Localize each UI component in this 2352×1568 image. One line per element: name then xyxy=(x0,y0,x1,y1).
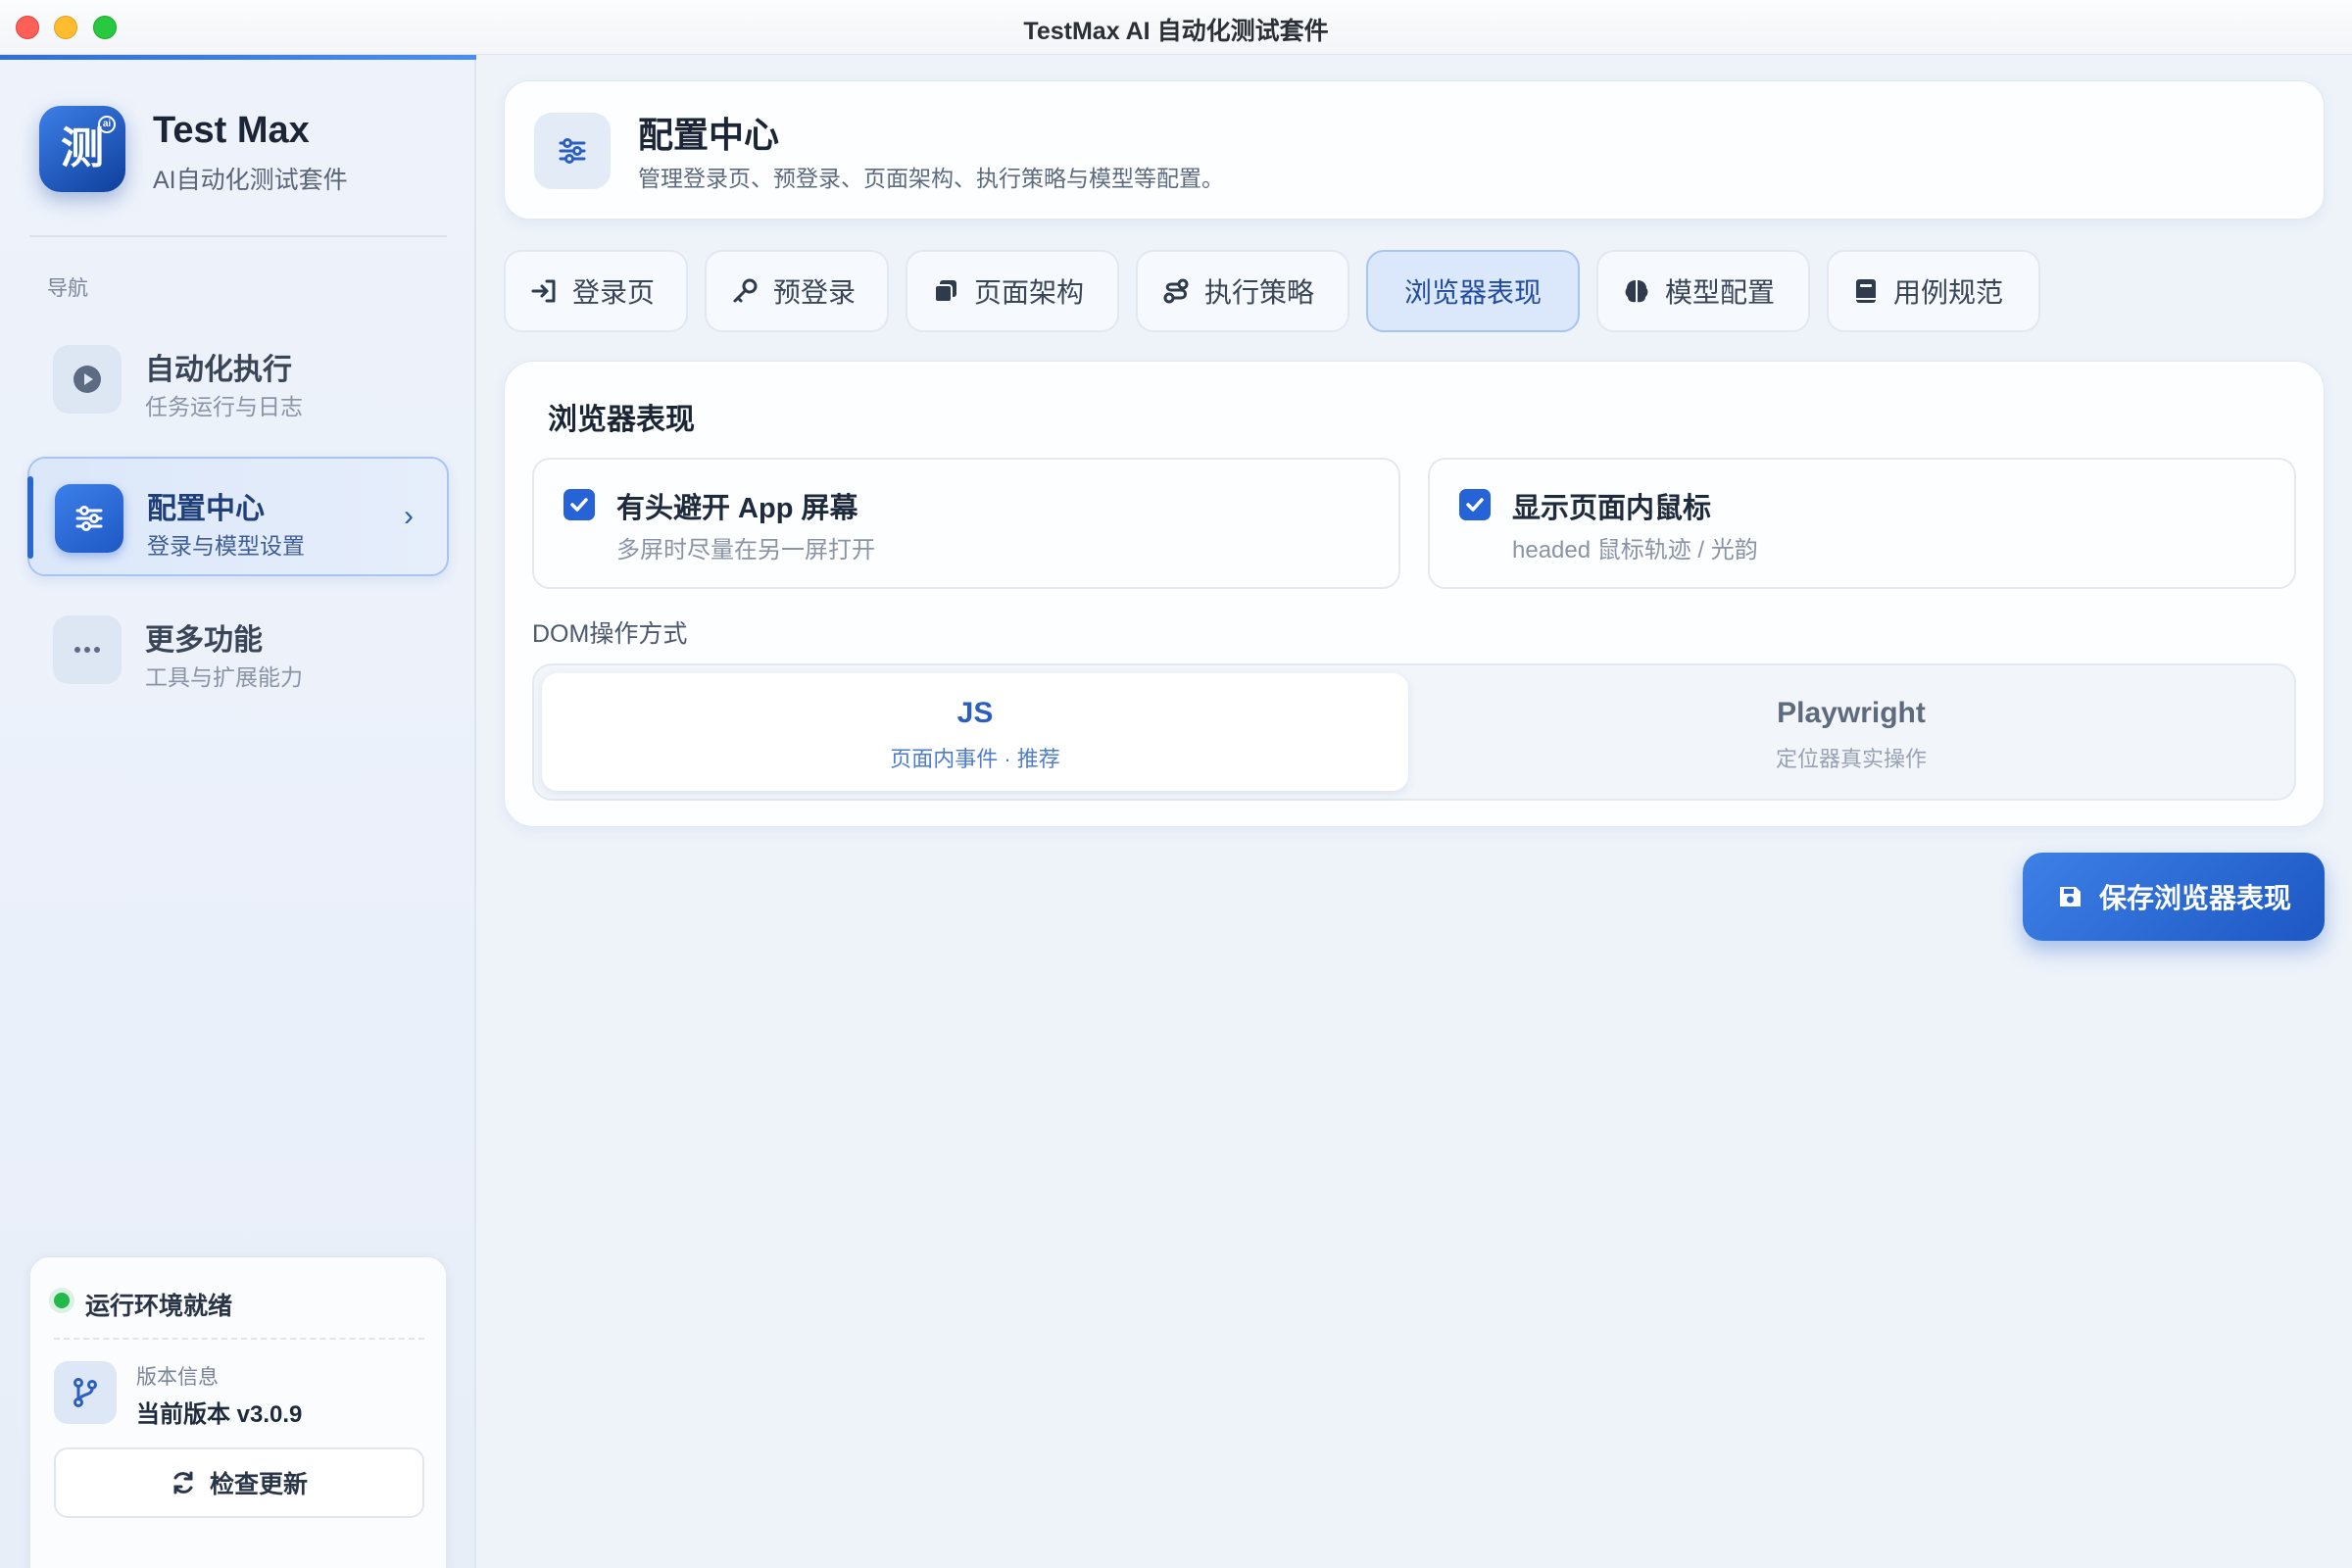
sidebar-item-title: 配置中心 xyxy=(147,493,265,525)
dom-mode-title: JS xyxy=(956,697,994,729)
brand: 测 ai Test Max AI自动化测试套件 xyxy=(39,106,451,204)
sidebar-item-subtitle: 登录与模型设置 xyxy=(147,533,305,559)
option-headed-avoid-app-screen[interactable]: 有头避开 App 屏幕 多屏时尽量在另一屏打开 xyxy=(532,458,1400,589)
tab-page-architecture[interactable]: 页面架构 xyxy=(906,250,1119,332)
key-icon xyxy=(733,278,758,303)
app-logo-char: 测 xyxy=(61,124,104,172)
app-logo-badge: ai xyxy=(98,116,116,133)
route-icon xyxy=(1163,278,1189,304)
sliders-icon xyxy=(534,113,611,189)
refresh-icon xyxy=(173,1471,193,1494)
page-subtitle: 管理登录页、预登录、页面架构、执行策略与模型等配置。 xyxy=(638,166,1224,191)
brain-icon xyxy=(1625,280,1648,303)
tab-test-case-spec[interactable]: 用例规范 xyxy=(1827,250,2040,332)
browser-behavior-panel: 浏览器表现 有头避开 App 屏幕 多屏时尽量在另一屏打开 显示页面内鼠标 he… xyxy=(504,361,2325,827)
section-title: 浏览器表现 xyxy=(548,404,695,436)
option-subtitle: headed 鼠标轨迹 / 光韵 xyxy=(1512,537,1758,564)
dom-mode-label: DOM操作方式 xyxy=(532,620,688,648)
tab-label: 预登录 xyxy=(773,277,857,308)
option-title: 显示页面内鼠标 xyxy=(1512,493,1712,524)
sidebar-item-title: 更多功能 xyxy=(145,624,263,657)
tab-label: 页面架构 xyxy=(974,277,1085,308)
chevron-right-icon: › xyxy=(404,500,414,532)
env-divider xyxy=(54,1338,424,1340)
tab-label: 执行策略 xyxy=(1204,277,1315,308)
tab-pre-login[interactable]: 预登录 xyxy=(705,250,889,332)
sidebar-item-subtitle: 任务运行与日志 xyxy=(145,394,303,419)
app-name: Test Max xyxy=(153,110,310,151)
status-dot-icon xyxy=(54,1293,70,1308)
headed-avoid-screen-checkbox[interactable] xyxy=(564,489,595,520)
dom-mode-subtitle: 定位器真实操作 xyxy=(1775,747,1927,771)
sidebar-item-config-center[interactable]: 配置中心 登录与模型设置 › xyxy=(27,457,449,576)
option-show-page-cursor[interactable]: 显示页面内鼠标 headed 鼠标轨迹 / 光韵 xyxy=(1428,458,2296,589)
app-subtitle: AI自动化测试套件 xyxy=(153,167,348,194)
dom-mode-title: Playwright xyxy=(1777,697,1926,729)
git-branch-icon xyxy=(54,1361,117,1424)
tab-execution-strategy[interactable]: 执行策略 xyxy=(1136,250,1349,332)
sidebar-item-title: 自动化执行 xyxy=(145,354,292,386)
save-icon xyxy=(2059,887,2081,906)
page-header: 配置中心 管理登录页、预登录、页面架构、执行策略与模型等配置。 xyxy=(504,80,2325,220)
tab-label: 登录页 xyxy=(572,277,656,308)
more-icon xyxy=(53,615,122,684)
check-icon xyxy=(1466,498,1484,512)
page-title: 配置中心 xyxy=(638,115,780,155)
sidebar-item-subtitle: 工具与扩展能力 xyxy=(145,664,303,690)
sidebar-divider xyxy=(29,235,447,237)
option-title: 有头避开 App 屏幕 xyxy=(616,493,858,524)
save-browser-behavior-button[interactable]: 保存浏览器表现 xyxy=(2023,853,2325,941)
play-icon xyxy=(53,345,122,414)
version-label: 版本信息 xyxy=(136,1366,219,1389)
option-subtitle: 多屏时尽量在另一屏打开 xyxy=(616,537,875,564)
check-update-button[interactable]: 检查更新 xyxy=(54,1447,424,1518)
tab-label: 模型配置 xyxy=(1665,277,1776,308)
book-icon xyxy=(1856,279,1876,303)
check-icon xyxy=(570,498,588,512)
env-status-card: 运行环境就绪 版本信息 当前版本 v3.0.9 检查更新 xyxy=(29,1256,447,1568)
tab-label: 浏览器表现 xyxy=(1403,277,1542,308)
dom-mode-js[interactable]: JS 页面内事件 · 推荐 xyxy=(542,673,1408,791)
login-icon xyxy=(531,279,556,303)
title-bar: TestMax AI 自动化测试套件 xyxy=(0,0,2352,55)
dom-mode-playwright[interactable]: Playwright 定位器真实操作 xyxy=(1418,673,2284,791)
save-button-label: 保存浏览器表现 xyxy=(2098,883,2291,913)
env-status-text: 运行环境就绪 xyxy=(85,1293,233,1320)
version-value: 当前版本 v3.0.9 xyxy=(136,1401,303,1428)
tab-model-config[interactable]: 模型配置 xyxy=(1596,250,1810,332)
sliders-icon xyxy=(55,484,123,553)
sidebar: 测 ai Test Max AI自动化测试套件 导航 自动化执行 任务运行与日志… xyxy=(0,55,476,1568)
nav-heading: 导航 xyxy=(47,277,88,300)
tab-login-page[interactable]: 登录页 xyxy=(504,250,688,332)
layers-icon xyxy=(934,280,956,303)
sidebar-accent-bar xyxy=(0,55,476,60)
app-logo: 测 ai xyxy=(39,106,125,192)
dom-mode-subtitle: 页面内事件 · 推荐 xyxy=(890,747,1060,771)
window-title: TestMax AI 自动化测试套件 xyxy=(1023,18,1329,45)
tab-label: 用例规范 xyxy=(1893,277,2004,308)
show-cursor-checkbox[interactable] xyxy=(1459,489,1491,520)
sidebar-item-automation[interactable]: 自动化执行 任务运行与日志 xyxy=(27,319,449,439)
sidebar-item-more[interactable]: 更多功能 工具与扩展能力 xyxy=(27,590,449,710)
check-update-label: 检查更新 xyxy=(209,1471,308,1498)
dom-mode-selector: JS 页面内事件 · 推荐 Playwright 定位器真实操作 xyxy=(532,663,2296,801)
tab-browser-behavior[interactable]: 浏览器表现 xyxy=(1366,250,1580,332)
